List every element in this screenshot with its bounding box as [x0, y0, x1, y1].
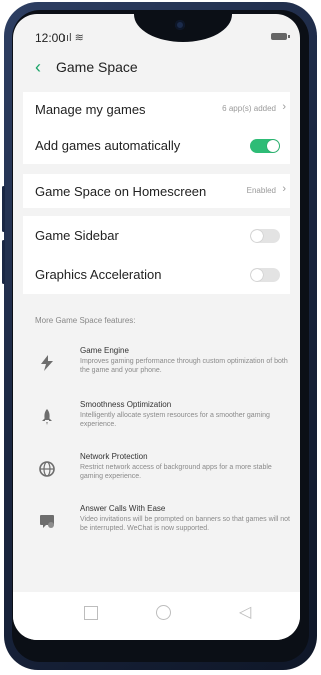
feature-desc: Intelligently allocate system resources … — [80, 412, 270, 428]
page-header: ‹ Game Space — [13, 50, 300, 82]
globe-icon — [39, 461, 55, 477]
back-arrow-icon[interactable]: ‹ — [35, 57, 55, 77]
add-games-auto-label: Add games automatically — [35, 138, 181, 153]
features-section-title: More Game Space features: — [35, 316, 136, 325]
navigation-bar: ◁ — [13, 592, 300, 640]
feature-desc: Improves gaming performance through cust… — [80, 358, 288, 374]
side-button-top — [2, 186, 5, 232]
add-games-auto-toggle[interactable] — [250, 139, 280, 153]
settings-card-homescreen: Game Space on Homescreen Enabled › — [23, 174, 290, 208]
home-icon[interactable] — [156, 605, 171, 620]
toggle-knob — [267, 140, 279, 152]
feature-desc: Restrict network access of background ap… — [80, 464, 272, 480]
game-sidebar-row: Game Sidebar — [23, 216, 290, 255]
screen: 12:00 ııl ≋ ‹ Game Space Manage my games… — [13, 14, 300, 640]
homescreen-value: Enabled — [246, 186, 276, 195]
homescreen-label: Game Space on Homescreen — [35, 184, 207, 199]
status-time: 12:00 — [35, 31, 66, 45]
add-games-auto-row: Add games automatically — [23, 128, 290, 164]
graphics-label: Graphics Acceleration — [35, 267, 162, 282]
phone-bubble-icon — [40, 515, 54, 528]
lightning-icon — [41, 355, 53, 371]
game-sidebar-label: Game Sidebar — [35, 228, 119, 243]
feature-item: Answer Calls With Ease Video invitations… — [13, 504, 300, 554]
battery-icon — [271, 33, 290, 40]
camera-icon — [175, 20, 185, 30]
feature-desc: Video invitations will be prompted on ba… — [80, 516, 290, 532]
recent-apps-icon[interactable] — [84, 606, 98, 620]
chevron-right-icon: › — [282, 101, 286, 113]
homescreen-row[interactable]: Game Space on Homescreen Enabled › — [23, 174, 290, 208]
manage-games-label: Manage my games — [35, 102, 146, 117]
back-triangle-icon[interactable]: ◁ — [239, 602, 251, 622]
feature-title: Network Protection — [80, 452, 148, 461]
manage-games-value: 6 app(s) added — [222, 104, 276, 113]
game-sidebar-toggle[interactable] — [250, 229, 280, 243]
settings-card-toggles: Game Sidebar Graphics Acceleration — [23, 216, 290, 294]
feature-title: Smoothness Optimization — [80, 400, 172, 409]
feature-item: Network Protection Restrict network acce… — [13, 452, 300, 502]
feature-item: Game Engine Improves gaming performance … — [13, 346, 300, 396]
settings-card-games: Manage my games 6 app(s) added › Add gam… — [23, 92, 290, 164]
toggle-knob — [251, 269, 263, 281]
graphics-row: Graphics Acceleration — [23, 255, 290, 294]
chevron-right-icon: › — [282, 183, 286, 195]
page-title: Game Space — [56, 59, 138, 75]
feature-title: Game Engine — [80, 346, 129, 355]
toggle-knob — [251, 230, 263, 242]
feature-title: Answer Calls With Ease — [80, 504, 166, 513]
graphics-toggle[interactable] — [250, 268, 280, 282]
rocket-icon — [42, 409, 52, 425]
signal-wifi-icon: ııl ≋ — [63, 32, 84, 44]
feature-item: Smoothness Optimization Intelligently al… — [13, 400, 300, 450]
manage-games-row[interactable]: Manage my games 6 app(s) added › — [23, 92, 290, 128]
side-button-bottom — [2, 240, 5, 284]
